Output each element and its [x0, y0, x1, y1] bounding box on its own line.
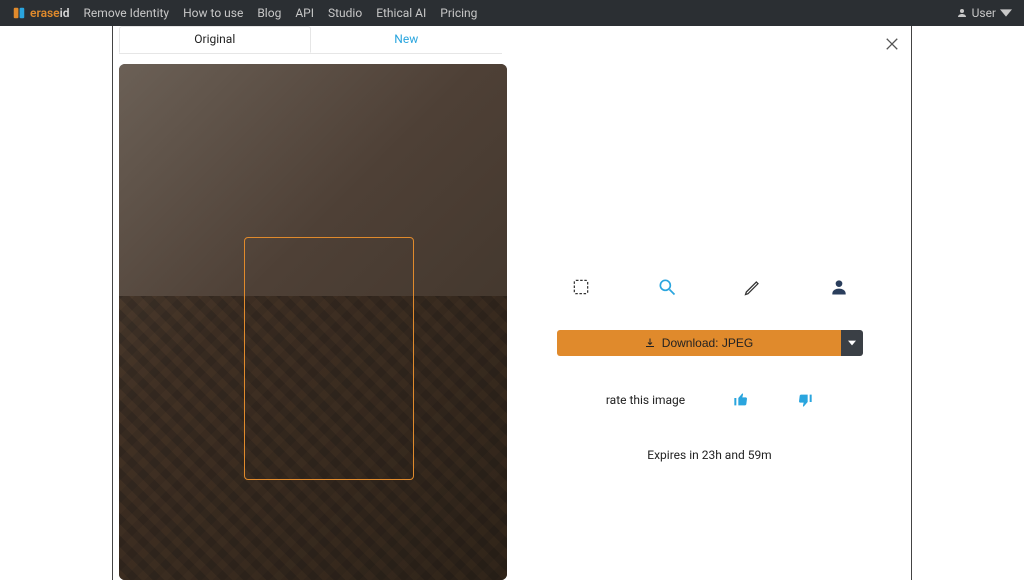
- download-row: Download: JPEG: [557, 330, 863, 356]
- thumbs-down-icon: [797, 392, 813, 408]
- download-format-dropdown[interactable]: [841, 330, 863, 356]
- rate-row: rate this image: [606, 392, 813, 408]
- nav-remove-identity[interactable]: Remove Identity: [84, 6, 170, 20]
- top-navbar: eraseid Remove Identity How to use Blog …: [0, 0, 1024, 26]
- person-tool[interactable]: [828, 276, 850, 298]
- edit-tool[interactable]: [742, 276, 764, 298]
- rate-label: rate this image: [606, 393, 685, 407]
- expires-label: Expires in 23h and 59m: [647, 448, 771, 462]
- face-bounding-box[interactable]: [244, 237, 414, 480]
- pencil-icon: [743, 277, 763, 297]
- nav-blog[interactable]: Blog: [257, 6, 281, 20]
- user-menu[interactable]: User: [956, 6, 1012, 20]
- user-label: User: [972, 6, 996, 20]
- thumbs-up-icon: [733, 392, 749, 408]
- logo-text-part2: id: [60, 6, 70, 20]
- nav-ethical-ai[interactable]: Ethical AI: [376, 6, 426, 20]
- crop-tool[interactable]: [570, 276, 592, 298]
- user-icon: [956, 7, 968, 19]
- thumbs-up-button[interactable]: [733, 392, 749, 408]
- caret-down-icon: [848, 339, 856, 347]
- caret-down-icon: [1000, 7, 1012, 19]
- thumbs-down-button[interactable]: [797, 392, 813, 408]
- nav-pricing[interactable]: Pricing: [440, 6, 477, 20]
- zoom-tool[interactable]: [656, 276, 678, 298]
- workspace: Original New: [0, 26, 1024, 580]
- download-label: Download: JPEG: [662, 336, 753, 350]
- nav-how-to-use[interactable]: How to use: [183, 6, 243, 20]
- close-icon: [885, 37, 899, 51]
- image-tabs: Original New: [119, 26, 502, 54]
- download-icon: [644, 337, 656, 349]
- tab-original[interactable]: Original: [119, 26, 311, 53]
- logo-text-part1: erase: [30, 6, 60, 20]
- tab-new[interactable]: New: [311, 26, 503, 53]
- person-icon: [829, 277, 849, 297]
- nav-api[interactable]: API: [295, 6, 314, 20]
- left-column: Original New: [113, 26, 508, 580]
- nav-studio[interactable]: Studio: [328, 6, 362, 20]
- right-column: Download: JPEG rate this image Expires i…: [508, 26, 911, 580]
- close-button[interactable]: [885, 36, 899, 54]
- image-preview[interactable]: [119, 64, 507, 580]
- logo[interactable]: eraseid: [12, 6, 70, 20]
- logo-icon: [12, 6, 26, 20]
- crop-icon: [571, 277, 591, 297]
- tool-row: [570, 276, 850, 298]
- download-button[interactable]: Download: JPEG: [557, 330, 841, 356]
- editor-panel: Original New: [112, 26, 912, 580]
- nav-links: Remove Identity How to use Blog API Stud…: [84, 6, 478, 20]
- zoom-icon: [657, 277, 677, 297]
